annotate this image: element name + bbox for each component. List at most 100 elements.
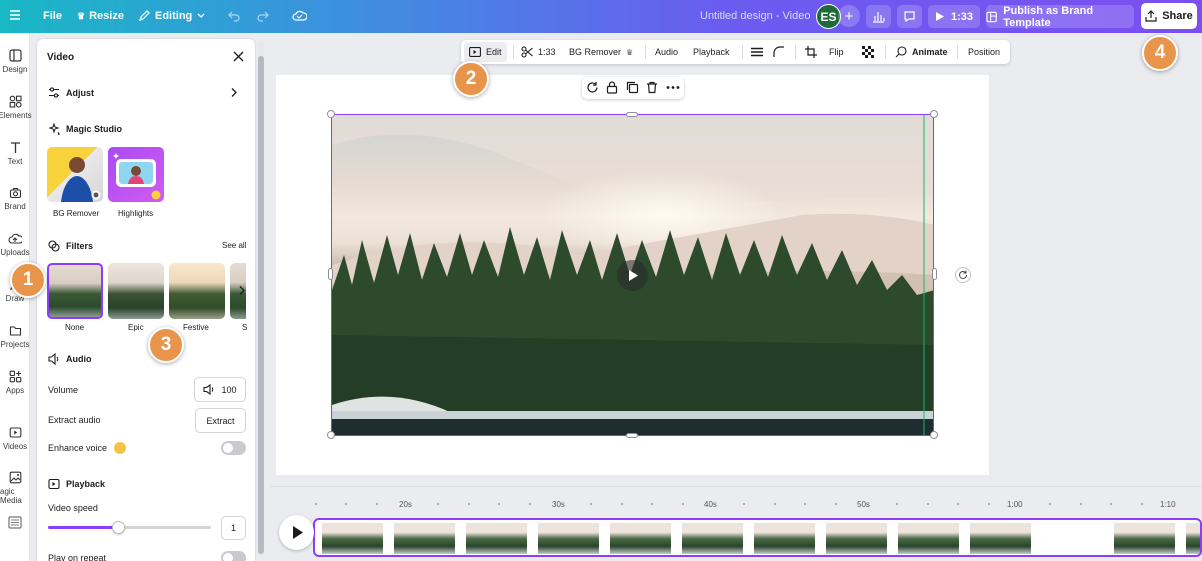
playback-heading: Playback xyxy=(48,478,105,490)
filter-none[interactable] xyxy=(47,263,103,319)
menu-icon[interactable] xyxy=(9,9,21,21)
animate-label: Animate xyxy=(912,47,948,57)
close-icon[interactable] xyxy=(233,51,244,62)
rail-item-text[interactable]: Text xyxy=(0,141,30,166)
insights-icon[interactable] xyxy=(866,5,891,28)
extract-button[interactable]: Extract xyxy=(195,408,246,433)
rail-item-brand[interactable]: Brand xyxy=(0,186,30,211)
toolbar-divider xyxy=(742,45,743,59)
crop-icon[interactable] xyxy=(805,40,817,64)
audio-button[interactable]: Audio xyxy=(655,40,678,64)
play-preview-button[interactable]: 1:33 xyxy=(928,5,980,28)
rail-item-magic-media[interactable]: agic Media xyxy=(0,471,30,505)
undo-icon[interactable] xyxy=(228,10,241,22)
audio-label: Audio xyxy=(66,354,92,364)
editing-mode-dropdown[interactable]: Editing xyxy=(138,9,206,22)
see-all-link[interactable]: See all xyxy=(222,241,246,250)
filter-scroll-right-icon[interactable] xyxy=(238,285,246,296)
corner-rounding-icon[interactable] xyxy=(773,40,785,64)
resize-button[interactable]: ♛ Resize xyxy=(77,10,124,22)
speed-value-input[interactable]: 1 xyxy=(221,516,246,540)
tick-dot xyxy=(1141,503,1143,505)
adjust-row[interactable]: Adjust xyxy=(48,87,94,98)
lock-icon[interactable] xyxy=(606,81,618,94)
video-speed-label: Video speed xyxy=(48,503,98,513)
tick-dot xyxy=(376,503,378,505)
play-on-repeat-toggle[interactable] xyxy=(221,551,246,561)
playback-label: Playback xyxy=(66,479,106,489)
rail-item-uploads[interactable]: Uploads xyxy=(0,232,30,257)
enhance-voice-toggle[interactable] xyxy=(221,441,246,455)
editing-label: Editing xyxy=(155,9,193,22)
flip-button[interactable]: Flip xyxy=(829,40,844,64)
resize-handle-top-right[interactable] xyxy=(930,110,938,118)
design-title[interactable]: Untitled design - Video xyxy=(700,10,810,22)
add-collaborator-icon[interactable]: + xyxy=(838,5,860,27)
tick-dot xyxy=(498,503,500,505)
edit-button[interactable]: Edit xyxy=(464,42,507,62)
filter-epic[interactable] xyxy=(108,263,164,319)
resize-handle-bottom-left[interactable] xyxy=(327,431,335,439)
position-button[interactable]: Position xyxy=(968,40,1000,64)
tick-dot xyxy=(529,503,531,505)
trash-icon[interactable] xyxy=(646,81,658,94)
magic-item-label: Highlights xyxy=(118,209,154,218)
rail-item-more[interactable] xyxy=(0,516,30,532)
track-frame xyxy=(466,523,527,554)
magic-item-label: BG Remover xyxy=(53,209,100,218)
resize-handle-right[interactable] xyxy=(932,268,937,280)
share-label: Share xyxy=(1162,10,1193,22)
rail-item-videos[interactable]: Videos xyxy=(0,426,30,451)
track-frame xyxy=(1186,523,1200,554)
playback-button[interactable]: Playback xyxy=(693,40,730,64)
tick-dot xyxy=(927,503,929,505)
rail-item-design[interactable]: Design xyxy=(0,49,30,74)
tick-dot xyxy=(1110,503,1112,505)
rotate-refresh-icon[interactable] xyxy=(586,81,599,94)
border-style-icon[interactable] xyxy=(751,40,763,64)
track-frame xyxy=(826,523,887,554)
cloud-save-icon[interactable] xyxy=(292,9,307,22)
more-apps-icon xyxy=(8,516,22,529)
timeline-tick: 20s xyxy=(399,500,412,509)
filter-label: Epic xyxy=(128,323,144,332)
comment-icon[interactable] xyxy=(897,5,922,28)
redo-icon[interactable] xyxy=(256,10,269,22)
filter-label: Festive xyxy=(183,323,209,332)
panel-scrollbar-thumb[interactable] xyxy=(258,56,264,554)
resize-handle-top-left[interactable] xyxy=(327,110,335,118)
video-edit-icon xyxy=(469,47,481,57)
filter-festive[interactable] xyxy=(169,263,225,319)
file-menu[interactable]: File xyxy=(43,10,62,22)
volume-control[interactable]: 100 xyxy=(194,377,246,402)
step-badge-2: 2 xyxy=(453,61,489,97)
toolbar-divider xyxy=(885,45,886,59)
publish-brand-template-button[interactable]: Publish as Brand Template xyxy=(986,5,1134,29)
resize-handle-bottom[interactable] xyxy=(626,433,638,438)
video-play-icon[interactable] xyxy=(617,260,648,291)
resize-handle-bottom-right[interactable] xyxy=(930,431,938,439)
speed-slider-handle[interactable] xyxy=(112,521,125,534)
rail-item-apps[interactable]: Apps xyxy=(0,370,30,395)
timeline-play-button[interactable] xyxy=(279,515,314,550)
highlights-thumbnail[interactable] xyxy=(108,147,164,202)
video-track[interactable] xyxy=(313,518,1202,557)
tick-dot xyxy=(315,503,317,505)
rail-item-elements[interactable]: Elements xyxy=(0,95,32,120)
rail-item-projects[interactable]: Projects xyxy=(0,324,30,349)
crown-pro-icon xyxy=(114,442,126,454)
more-options-icon[interactable] xyxy=(666,81,680,94)
duplicate-icon[interactable] xyxy=(626,81,639,94)
transparency-icon[interactable] xyxy=(862,40,874,64)
bg-remover-thumbnail[interactable] xyxy=(47,147,103,202)
rotate-handle-icon[interactable] xyxy=(955,267,971,283)
share-button[interactable]: Share xyxy=(1141,3,1197,29)
animate-button[interactable]: Animate xyxy=(895,40,948,64)
chevron-right-icon[interactable] xyxy=(230,87,238,98)
trim-button[interactable]: 1:33 xyxy=(521,40,556,64)
timeline-tick: 30s xyxy=(552,500,565,509)
resize-handle-left[interactable] xyxy=(328,268,333,280)
rail-label: Uploads xyxy=(0,248,30,257)
bg-remover-button[interactable]: BG Remover ♛ xyxy=(569,40,633,64)
resize-handle-top[interactable] xyxy=(626,112,638,117)
